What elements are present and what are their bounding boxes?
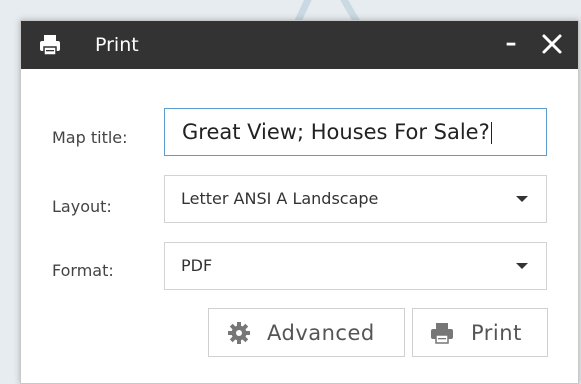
advanced-button[interactable]: Advanced [208, 308, 405, 357]
print-button-label: Print [471, 321, 522, 345]
print-button[interactable]: Print [412, 308, 548, 357]
printer-icon [40, 35, 60, 56]
map-title-label: Map title: [52, 128, 128, 147]
print-panel: Print – Map title: Great View; Houses Fo… [20, 20, 579, 384]
format-select[interactable]: PDF [164, 242, 547, 290]
minimize-icon: – [505, 31, 517, 56]
chevron-down-icon [516, 196, 528, 202]
advanced-button-label: Advanced [267, 321, 375, 345]
format-label: Format: [52, 261, 114, 280]
layout-select[interactable]: Letter ANSI A Landscape [164, 175, 547, 223]
map-title-input[interactable]: Great View; Houses For Sale? [164, 108, 547, 156]
text-caret [490, 122, 492, 144]
format-selected-value: PDF [181, 256, 213, 275]
minimize-button[interactable]: – [501, 30, 521, 58]
map-title-value: Great View; Houses For Sale? [182, 120, 490, 144]
layout-selected-value: Letter ANSI A Landscape [181, 189, 379, 208]
panel-title: Print [95, 34, 139, 56]
chevron-down-icon [516, 263, 528, 269]
close-icon[interactable] [539, 29, 565, 59]
layout-label: Layout: [52, 197, 112, 216]
gear-icon [228, 322, 250, 344]
panel-titlebar[interactable]: Print – [21, 21, 578, 69]
printer-icon [431, 323, 453, 344]
